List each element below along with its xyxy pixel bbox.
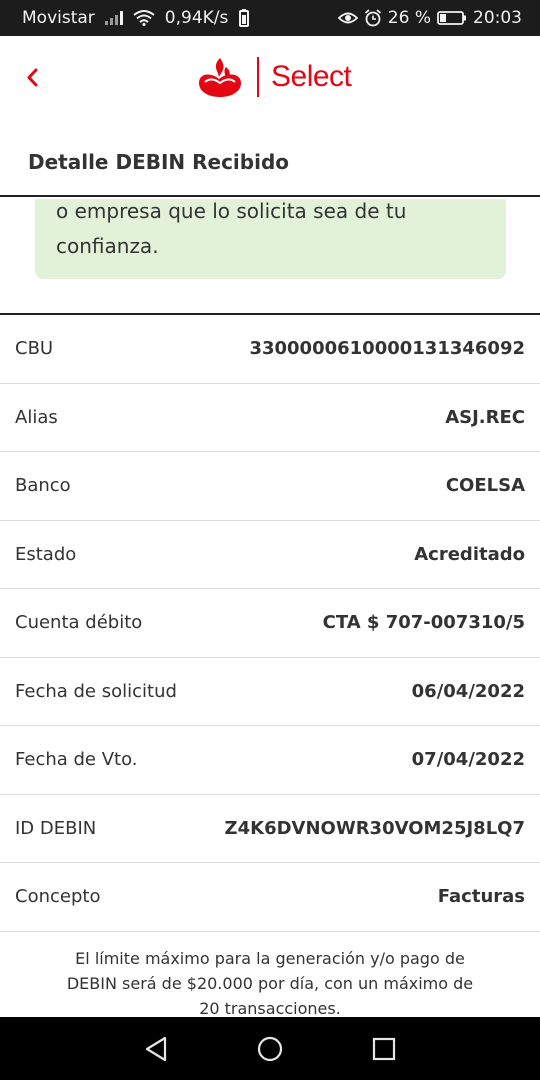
detail-list: CBU 3300000610000131346092 Alias ASJ.REC…: [0, 315, 540, 932]
row-label: CBU: [15, 338, 54, 360]
row-value: Facturas: [437, 886, 525, 908]
system-nav-bar: [0, 1017, 540, 1080]
row-value: COELSA: [445, 475, 525, 497]
row-label: Banco: [15, 475, 71, 497]
detail-row-alias: Alias ASJ.REC: [0, 384, 540, 452]
clock: 20:03: [473, 8, 522, 28]
battery-percent: 26 %: [387, 8, 431, 28]
detail-row-banco: Banco COELSA: [0, 452, 540, 521]
row-label: ID DEBIN: [15, 817, 97, 839]
detail-row-id-debin: ID DEBIN Z4K6DVNOWR30VOM25J8LQ7: [0, 795, 540, 863]
disclaimer-line-2: DEBIN será de $20.000 por día, con un má…: [66, 974, 474, 993]
row-label: Fecha de Vto.: [15, 749, 138, 771]
detail-content[interactable]: o empresa que lo solicita sea de tu conf…: [0, 199, 540, 1017]
battery-icon: [437, 11, 466, 25]
network-speed: 0,94K/s: [164, 8, 229, 28]
chevron-left-icon: [27, 68, 38, 87]
notice-line-1: o empresa que lo solicita sea de tu: [56, 199, 407, 223]
row-label: Fecha de solicitud: [15, 680, 177, 702]
logo-divider: [257, 57, 259, 97]
row-label: Estado: [15, 543, 77, 565]
triangle-back-icon: [145, 1036, 167, 1061]
nav-recents-button[interactable]: [367, 1032, 401, 1066]
row-value: 07/04/2022: [411, 749, 525, 771]
row-value: 06/04/2022: [411, 680, 525, 702]
page-title: Detalle DEBIN Recibido: [28, 150, 290, 174]
wifi-icon: [133, 10, 155, 26]
status-bar: Movistar 0,94K/s 26 % 20:03: [0, 0, 540, 36]
row-value: Z4K6DVNOWR30VOM25J8LQ7: [224, 817, 525, 839]
detail-row-concepto: Concepto Facturas: [0, 863, 540, 932]
brand-name: Select: [271, 60, 352, 93]
app-header: Select: [0, 36, 540, 128]
back-button[interactable]: [18, 62, 50, 94]
notice-line-2: confianza.: [56, 234, 159, 258]
detail-row-cuenta-debito: Cuenta débito CTA $ 707-007310/5: [0, 589, 540, 658]
alarm-icon: [364, 9, 381, 27]
nav-home-button[interactable]: [253, 1032, 287, 1066]
signal-icon: [104, 11, 123, 25]
santander-flame-icon: [199, 58, 241, 97]
santander-select-logo: Select: [197, 56, 352, 98]
row-value: CTA $ 707-007310/5: [322, 612, 525, 634]
detail-row-fecha-vto: Fecha de Vto. 07/04/2022: [0, 726, 540, 795]
row-value: Acreditado: [414, 543, 525, 565]
nav-back-button[interactable]: [139, 1032, 173, 1066]
row-label: Cuenta débito: [15, 612, 143, 634]
limit-disclaimer: El límite máximo para la generación y/o …: [40, 946, 500, 1017]
detail-row-cbu: CBU 3300000610000131346092: [0, 315, 540, 384]
square-recents-icon: [372, 1037, 396, 1060]
row-value: 3300000610000131346092: [249, 338, 525, 360]
row-value: ASJ.REC: [445, 406, 525, 428]
eye-icon: [337, 12, 358, 24]
detail-row-fecha-solicitud: Fecha de solicitud 06/04/2022: [0, 658, 540, 726]
page-title-bar: Detalle DEBIN Recibido: [0, 128, 540, 197]
storage-icon: [239, 9, 250, 27]
circle-home-icon: [257, 1036, 283, 1061]
status-right: 26 % 20:03: [337, 8, 522, 28]
disclaimer-line-3: 20 transacciones.: [199, 999, 341, 1017]
status-left: Movistar 0,94K/s: [22, 8, 250, 28]
row-label: Concepto: [15, 886, 101, 908]
detail-row-estado: Estado Acreditado: [0, 521, 540, 589]
carrier-name: Movistar: [22, 8, 95, 28]
row-label: Alias: [15, 406, 58, 428]
disclaimer-line-1: El límite máximo para la generación y/o …: [75, 949, 465, 968]
info-notice: o empresa que lo solicita sea de tu conf…: [35, 199, 506, 279]
